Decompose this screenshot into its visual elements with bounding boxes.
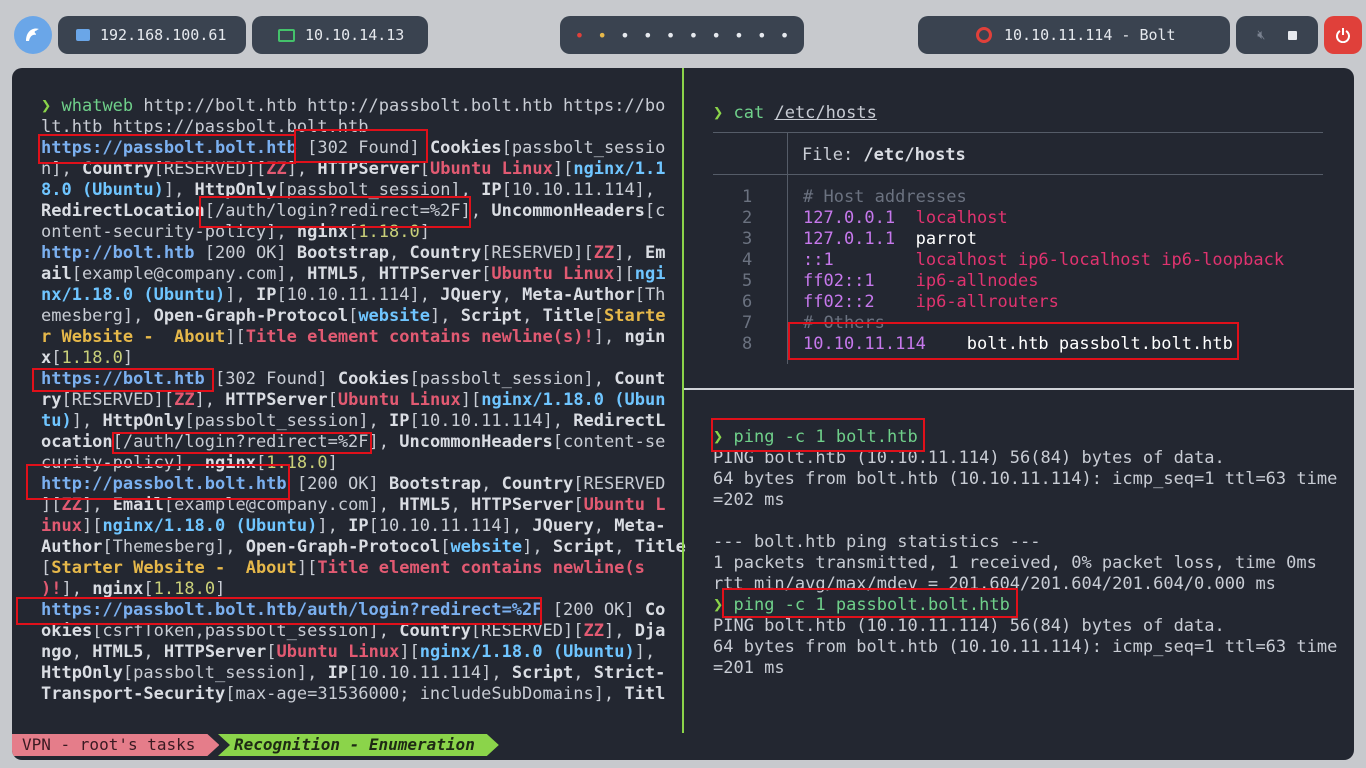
lock-icon[interactable] xyxy=(1287,30,1297,40)
highlight-box xyxy=(112,432,372,454)
highlight-box xyxy=(711,418,925,452)
workspace-2[interactable]: • xyxy=(597,26,607,45)
command-name: whatweb xyxy=(61,96,134,116)
top-panel: 192.168.100.61 10.10.14.13 • • • • • • •… xyxy=(0,0,1366,68)
network-icon xyxy=(76,29,90,41)
vpn-ip-text: 10.10.14.13 xyxy=(305,26,405,44)
file-name: /etc/hosts xyxy=(863,145,966,165)
tmux-status-bar: VPN - root's tasks Recognition - Enumera… xyxy=(12,734,1354,756)
highlight-box xyxy=(788,322,1239,360)
local-ip-widget[interactable]: 192.168.100.61 xyxy=(58,16,246,54)
command-name: cat xyxy=(733,103,765,123)
bat-rule-top xyxy=(713,132,1323,133)
pane-divider-horizontal[interactable] xyxy=(684,388,1354,390)
ping-pane[interactable]: ❯ ping -c 1 bolt.htb PING bolt.htb (10.1… xyxy=(713,427,1337,679)
pane-divider-vertical[interactable] xyxy=(682,68,684,733)
session-label[interactable]: VPN - root's tasks xyxy=(12,734,219,756)
bat-rule-mid xyxy=(713,174,1323,175)
bat-file-header: File: /etc/hosts xyxy=(802,145,966,165)
workspace-5[interactable]: • xyxy=(666,26,676,45)
workspace-1[interactable]: • xyxy=(575,26,585,45)
local-ip-text: 192.168.100.61 xyxy=(100,26,227,44)
highlight-box xyxy=(26,464,290,500)
hosts-pane[interactable]: ❯ cat /etc/hosts xyxy=(713,103,877,124)
window-label[interactable]: Recognition - Enumeration xyxy=(218,734,499,756)
target-widget[interactable]: 10.10.11.114 - Bolt xyxy=(918,16,1230,54)
parrot-logo-icon xyxy=(26,28,39,41)
workspace-10[interactable]: • xyxy=(780,26,790,45)
command-args: http://bolt.htb http://passbolt.bolt.htb… xyxy=(133,96,666,116)
laptop-icon xyxy=(278,28,295,42)
workspace-switcher[interactable]: • • • • • • • • • • xyxy=(560,16,804,54)
highlight-box xyxy=(16,597,542,625)
workspace-3[interactable]: • xyxy=(620,26,630,45)
highlight-box xyxy=(294,129,428,163)
highlight-box xyxy=(32,368,214,392)
vpn-ip-widget[interactable]: 10.10.14.13 xyxy=(252,16,428,54)
workspace-6[interactable]: • xyxy=(689,26,699,45)
line-numbers: 1 2 3 4 5 6 7 8 xyxy=(742,187,753,354)
target-text: 10.10.11.114 - Bolt xyxy=(1004,26,1176,44)
parrot-menu-button[interactable] xyxy=(14,16,52,54)
target-icon xyxy=(976,27,992,43)
highlight-box xyxy=(199,196,471,228)
prompt-symbol: ❯ xyxy=(41,96,52,116)
tray-widget: 🔇︎ xyxy=(1236,16,1318,54)
highlight-box xyxy=(722,588,1018,618)
workspace-4[interactable]: • xyxy=(643,26,653,45)
power-icon xyxy=(1336,28,1350,43)
command-arg: /etc/hosts xyxy=(774,103,877,123)
power-button[interactable] xyxy=(1324,16,1362,54)
workspace-8[interactable]: • xyxy=(734,26,744,45)
volume-muted-icon[interactable]: 🔇︎ xyxy=(1257,28,1265,43)
terminal-window[interactable]: ❯ whatweb http://bolt.htb http://passbol… xyxy=(12,68,1354,760)
workspace-9[interactable]: • xyxy=(757,26,767,45)
highlight-box xyxy=(38,134,296,164)
prompt-symbol: ❯ xyxy=(713,103,724,123)
workspace-7[interactable]: • xyxy=(711,26,721,45)
